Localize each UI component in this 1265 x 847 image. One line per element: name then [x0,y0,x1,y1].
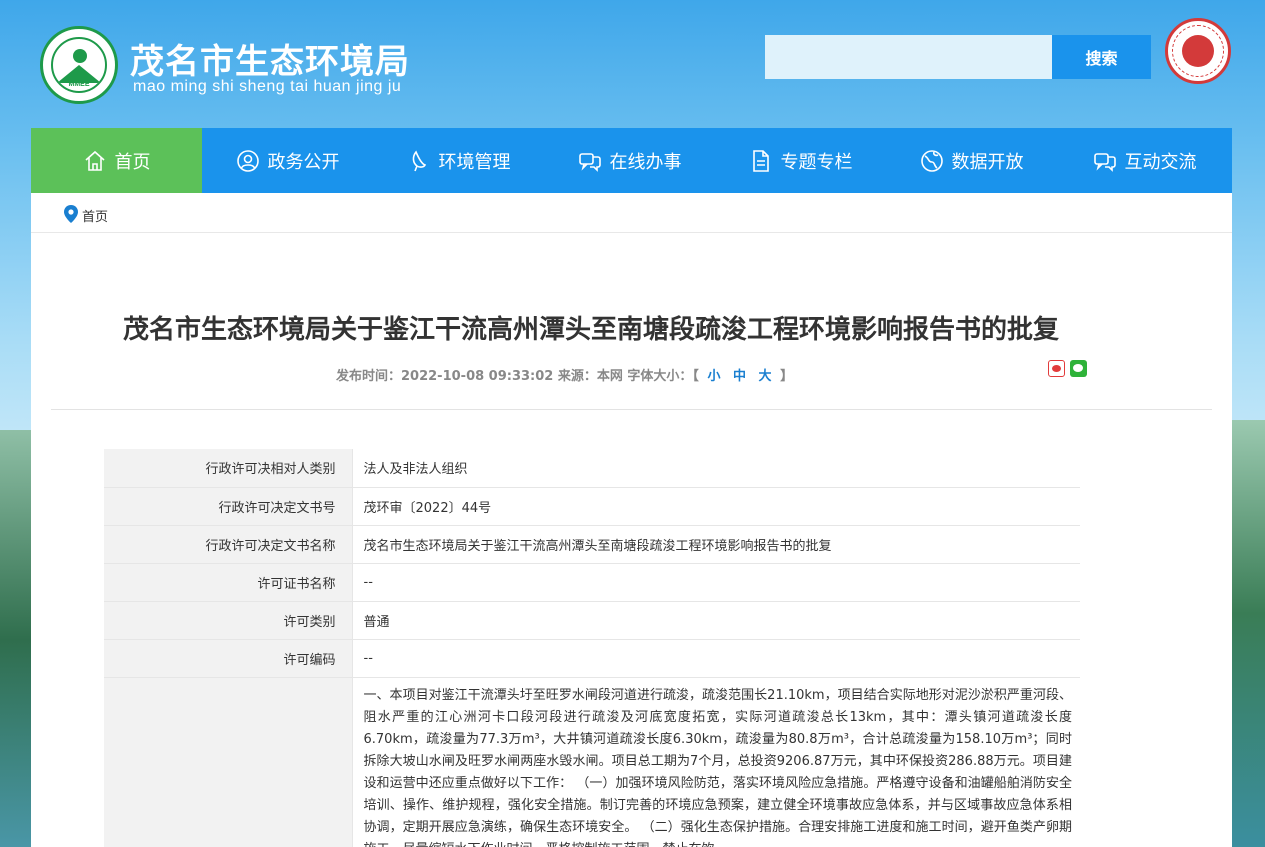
font-size-medium-link[interactable]: 中 [733,369,746,384]
table-key: 行政许可决定文书名称 [104,525,353,564]
nav-item-label: 专题专栏 [780,151,853,173]
table-key: 许可证书名称 [104,563,353,602]
nav-item-special-topics[interactable]: 专题专栏 [715,128,886,193]
table-row: 许可编码 -- [104,639,1080,678]
nav-item-home[interactable]: 首页 [31,128,202,193]
weibo-share-icon[interactable] [1048,360,1065,377]
table-value: 茂名市生态环境局关于鉴江干流高州潭头至南塘段疏浚工程环境影响报告书的批复 [352,525,1080,564]
nav-item-label: 互动交流 [1124,151,1197,173]
table-row: 行政许可决相对人类别 法人及非法人组织 [104,449,1080,488]
table-row: 许可证书名称 -- [104,563,1080,602]
meta-bracket-close: 】 [780,369,794,384]
user-icon [236,149,260,173]
table-value: -- [352,563,1080,602]
location-pin-icon [64,205,78,223]
nav-item-label: 首页 [114,151,151,173]
wechat-share-icon[interactable] [1070,360,1087,377]
table-row-content: 一、本项目对鉴江干流潭头圩至旺罗水闸段河道进行疏浚，疏浚范围长21.10km，项… [104,677,1080,847]
publish-info: 发布时间：2022-10-08 09:33:02 来源：本网 字体大小：【 [336,369,699,384]
font-size-large-link[interactable]: 大 [759,369,772,384]
table-row: 行政许可决定文书号 茂环审〔2022〕44号 [104,487,1080,526]
breadcrumb-home-link[interactable]: 首页 [82,206,108,225]
table-value: 法人及非法人组织 [352,449,1080,488]
search-input[interactable] [765,35,1052,79]
nav-item-label: 环境管理 [438,151,511,173]
title-divider [51,409,1212,410]
table-key: 行政许可决定文书号 [104,487,353,526]
table-key: 许可类别 [104,601,353,640]
site-header: MMEE 茂名市生态环境局 mao ming shi sheng tai hua… [0,0,1265,128]
nav-item-government-affairs[interactable]: 政务公开 [202,128,373,193]
chat-icon [578,149,602,173]
site-subtitle: mao ming shi sheng tai huan jing ju [133,78,402,95]
main-nav: 首页 政务公开 环境管理 在线办事 专题专栏 数据开放 互动交流 [31,128,1232,193]
logo-sun-icon [73,49,87,63]
table-key: 许可编码 [104,639,353,678]
license-content-text: 一、本项目对鉴江干流潭头圩至旺罗水闸段河道进行疏浚，疏浚范围长21.10km，项… [352,677,1080,847]
emblem-core [1182,35,1214,67]
breadcrumb: 首页 [31,193,1232,233]
logo-inner: MMEE [51,37,107,93]
comments-icon [1093,149,1117,173]
font-size-small-link[interactable]: 小 [707,369,720,384]
article-meta: 发布时间：2022-10-08 09:33:02 来源：本网 字体大小：【 小 … [336,365,793,384]
license-info-table: 行政许可决相对人类别 法人及非法人组织 行政许可决定文书号 茂环审〔2022〕4… [104,449,1080,847]
leaf-icon [407,149,431,173]
nav-item-environment-management[interactable]: 环境管理 [373,128,544,193]
nav-item-interaction[interactable]: 互动交流 [1057,128,1232,193]
nav-item-online-services[interactable]: 在线办事 [544,128,715,193]
city-emblem-icon[interactable] [1165,18,1231,84]
table-value: -- [352,639,1080,678]
table-row: 行政许可决定文书名称 茂名市生态环境局关于鉴江干流高州潭头至南塘段疏浚工程环境影… [104,525,1080,564]
table-value: 普通 [352,601,1080,640]
home-icon [83,149,107,173]
bureau-logo[interactable]: MMEE [40,26,118,104]
table-key: 行政许可决相对人类别 [104,449,353,488]
site-title[interactable]: 茂名市生态环境局 [130,34,410,83]
globe-icon [920,149,944,173]
article-title: 茂名市生态环境局关于鉴江干流高州潭头至南塘段疏浚工程环境影响报告书的批复 [122,315,1059,345]
nav-item-label: 在线办事 [609,151,682,173]
table-row: 许可类别 普通 [104,601,1080,640]
content-panel: 首页 茂名市生态环境局关于鉴江干流高州潭头至南塘段疏浚工程环境影响报告书的批复 … [31,193,1232,847]
document-icon [749,149,773,173]
table-key-empty [104,677,353,847]
nav-item-label: 数据开放 [951,151,1024,173]
search-button[interactable]: 搜索 [1052,35,1151,79]
table-value: 茂环审〔2022〕44号 [352,487,1080,526]
logo-text: MMEE [68,81,90,88]
nav-item-open-data[interactable]: 数据开放 [886,128,1057,193]
nav-item-label: 政务公开 [267,151,340,173]
